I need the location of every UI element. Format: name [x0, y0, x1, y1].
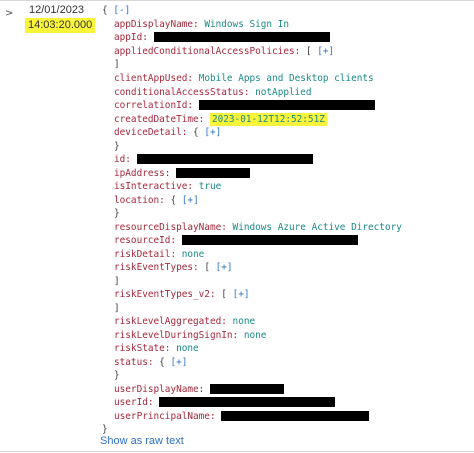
field-riskLevelDuringSignIn: riskLevelDuringSignIn: none [114, 330, 267, 341]
field-userId: userId: [114, 396, 336, 409]
redacted-value [221, 410, 370, 421]
json-root-open: { [-] [102, 5, 131, 16]
expand-toggle[interactable]: [+] [317, 46, 334, 57]
close-bracket: ] [114, 303, 120, 314]
field-isInteractive: isInteractive: true [114, 181, 222, 192]
row-top-border [0, 0, 474, 1]
show-raw-text-link[interactable]: Show as raw text [100, 435, 184, 447]
field-resourceId: resourceId: [114, 234, 358, 247]
field-location: location: { [+] [114, 195, 199, 206]
field-ipAddress: ipAddress: [114, 167, 251, 180]
redacted-value [198, 99, 375, 110]
redacted-value [176, 167, 251, 178]
event-time-highlighted: 14:03:20.000 [25, 18, 96, 33]
redacted-value [159, 396, 336, 407]
row-bottom-border [0, 451, 474, 452]
field-status: status: { [+] [114, 357, 188, 368]
field-appliedConditionalAccessPolicies: appliedConditionalAccessPolicies: [ [+] [114, 46, 335, 57]
expand-toggle[interactable]: [+] [182, 195, 199, 206]
field-riskLevelAggregated: riskLevelAggregated: none [114, 316, 256, 327]
expand-toggle[interactable]: [+] [170, 357, 187, 368]
close-brace: } [114, 370, 120, 381]
expand-toggle[interactable]: [+] [216, 262, 233, 273]
field-riskEventTypes_v2: riskEventTypes_v2: [ [+] [114, 289, 250, 300]
field-appId: appId: [114, 31, 330, 44]
redacted-value [136, 153, 313, 164]
field-conditionalAccessStatus: conditionalAccessStatus: notApplied [114, 87, 312, 98]
field-correlationId: correlationId: [114, 99, 375, 112]
close-brace: } [114, 141, 120, 152]
field-riskState: riskState: none [114, 343, 199, 354]
field-appDisplayName: appDisplayName: Windows Sign In [114, 19, 289, 30]
redacted-value [181, 234, 358, 245]
expand-toggle[interactable]: [+] [233, 289, 250, 300]
field-deviceDetail: deviceDetail: { [+] [114, 127, 222, 138]
field-id: id: [114, 153, 313, 166]
field-userPrincipalName: userPrincipalName: [114, 410, 370, 423]
close-bracket: ] [114, 276, 120, 287]
redacted-value [209, 383, 284, 394]
event-date: 12/01/2023 [29, 4, 85, 16]
field-userDisplayName: userDisplayName: [114, 383, 284, 396]
field-resourceDisplayName: resourceDisplayName: Windows Azure Activ… [114, 222, 402, 233]
field-clientAppUsed: clientAppUsed: Mobile Apps and Desktop c… [114, 73, 374, 84]
collapse-caret-icon[interactable]: > [5, 8, 13, 19]
expand-toggle[interactable]: [+] [204, 127, 221, 138]
field-riskDetail: riskDetail: none [114, 249, 205, 260]
close-brace: } [114, 208, 120, 219]
highlighted-timestamp: 2023-01-12T12:52:51Z [209, 113, 327, 126]
close-bracket: ] [114, 59, 120, 70]
redacted-value [153, 31, 330, 42]
field-riskEventTypes: riskEventTypes: [ [+] [114, 262, 233, 273]
field-createdDateTime: createdDateTime: 2023-01-12T12:52:51Z [114, 113, 327, 126]
collapse-root-toggle[interactable]: [-] [113, 5, 130, 16]
